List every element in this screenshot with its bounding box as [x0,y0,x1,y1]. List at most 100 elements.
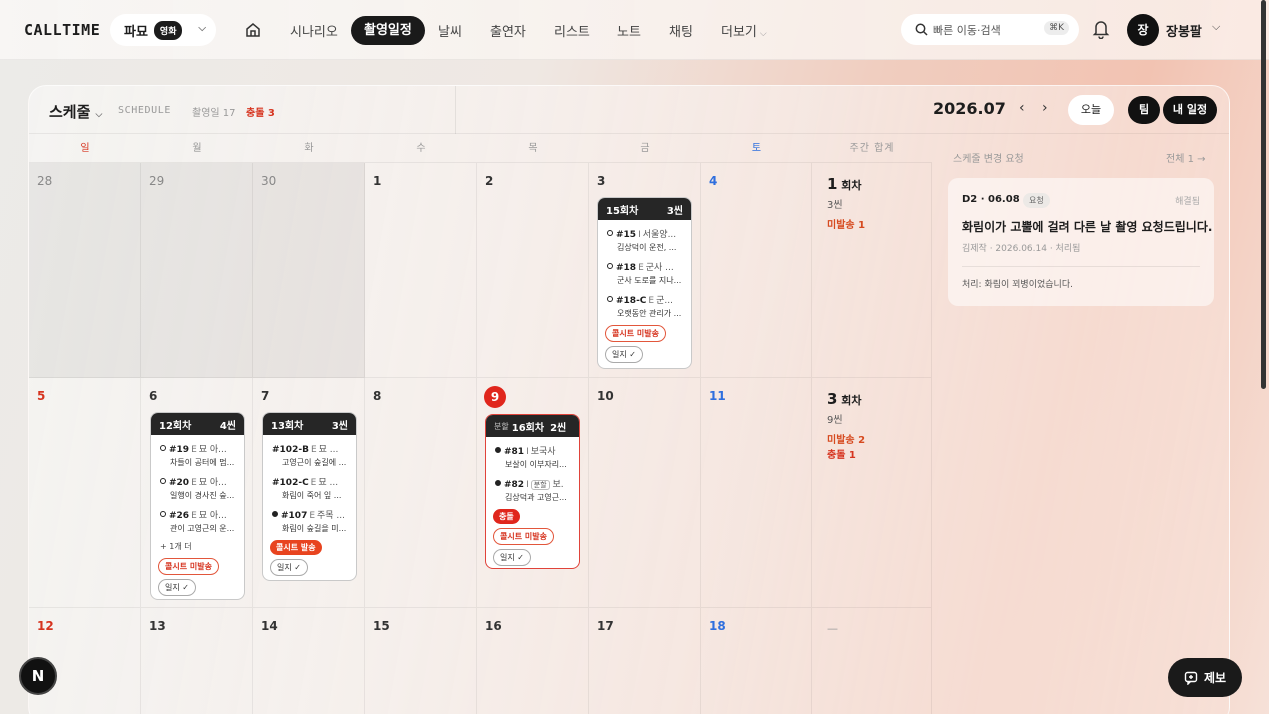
weekly-summary: 3 회차 9씬 미발송 2 충돌 1 [812,378,932,608]
day-cell[interactable]: 28 [29,163,141,378]
day-cell[interactable]: 2 [477,163,589,378]
brand-logo[interactable]: CALLTIME [24,21,100,39]
request-author: 김제작 · 2026.06.14 · 처리됨 [962,244,1081,254]
chevron-left-icon[interactable]: ‹ [1019,100,1025,116]
scene-ie: E [191,511,197,521]
scene-item[interactable]: #20 E 묘 아... 일행이 경사진 숲... [151,475,244,501]
day-cell[interactable]: 11 [701,378,812,608]
day-number: 1 [373,174,382,188]
day-cell[interactable]: 1 [365,163,477,378]
home-icon[interactable] [244,21,262,39]
chevron-down-icon[interactable]: ⌵ [1212,20,1220,34]
day-number: 15 [373,619,390,633]
day-cell[interactable]: 13 [141,608,253,714]
scene-item[interactable]: #19 E 묘 아... 차들이 공터에 멈... [151,442,244,468]
search-input[interactable]: 빠른 이동·검색 ⌘K [901,14,1079,45]
scrollbar[interactable] [1261,0,1266,389]
n-floating-button[interactable]: N [19,657,57,695]
day-number: 3 [597,174,606,188]
callsheet-sent-badge[interactable]: 콜시트 발송 [270,540,322,555]
day-cell[interactable]: 4 [701,163,812,378]
nav-shooting-schedule[interactable]: 촬영일정 [351,16,425,45]
shoot-card-conflict[interactable]: 분할 16회차 2씬 #81 I 보국사 보살이 이부자리... #82 I 분할 보. 김상덕… [485,414,580,569]
day-cell[interactable]: 16 [477,608,589,714]
nav-more-label: 더보기 [721,25,757,40]
log-badge[interactable]: 일지 ✓ [158,579,196,596]
request-card[interactable]: D2 · 06.08 요청 해결됨 화림이가 고뿔에 걸려 다른 날 촬영 요청… [948,178,1214,306]
bell-icon[interactable] [1092,19,1110,39]
scene-ie: E [191,445,197,455]
scene-description: 화림이 숲길을 미... [282,524,347,533]
day-cell[interactable]: 30 [253,163,365,378]
shoot-card[interactable]: 15회차 3씬 #15 I 서울양... 김상덕이 운전, ... #18 E 군사 ...… [597,197,692,369]
callsheet-unsent-badge[interactable]: 콜시트 미발송 [158,558,219,575]
scene-status-icon [607,230,613,236]
card-header: 분할 16회차 2씬 [486,415,579,437]
request-meta: D2 · 06.08 [962,194,1020,205]
scene-item[interactable]: #81 I 보국사 보살이 이부자리... [486,444,579,470]
scene-location: 군... [656,296,673,306]
callsheet-unsent-badge[interactable]: 콜시트 미발송 [605,325,666,342]
scene-number: #107 [281,511,308,521]
day-number: 16 [485,619,502,633]
team-button[interactable]: 팀 [1128,96,1160,124]
scene-status-icon [607,263,613,269]
project-selector[interactable]: 파묘 영화 ⌵ [110,14,216,46]
shoot-card[interactable]: 12회차 4씬 #19 E 묘 아... 차들이 공터에 멈... #20 E 묘 아...… [150,412,245,600]
scene-ie: E [310,478,317,488]
schedule-title: 스케줄 [49,103,91,121]
chevron-right-icon[interactable]: › [1042,100,1048,116]
shoot-day-count: 촬영일 17 [192,108,236,119]
scene-item[interactable]: #107 E 주목 ... 화림이 숲길을 미... [263,508,356,534]
scene-item[interactable]: #18 E 군사 ... 군사 도로를 지나... [598,260,691,286]
search-icon [915,23,928,36]
scene-item[interactable]: #102-C E 묘 ... 화림이 죽어 잎 ... [263,475,356,501]
user-name[interactable]: 장봉팔 [1166,21,1202,40]
day-cell[interactable]: 15 [365,608,477,714]
nav-scenario[interactable]: 시나리오 [290,21,338,40]
scene-location: 묘 아... [198,478,227,488]
nav-list[interactable]: 리스트 [554,21,590,40]
scene-item[interactable]: #102-B E 묘 ... 고영근이 숲길에 ... [263,442,356,468]
day-cell[interactable]: 5 [29,378,141,608]
nav-chat[interactable]: 채팅 [669,21,693,40]
log-badge[interactable]: 일지 ✓ [605,346,643,363]
scene-location: 서울양... [642,230,677,240]
nav-notes[interactable]: 노트 [617,21,641,40]
avatar[interactable]: 장 [1127,14,1159,46]
day-cell[interactable]: 29 [141,163,253,378]
scene-description: 군사 도로를 지나... [617,276,682,285]
requests-view-all-link[interactable]: 전체 1 → [1166,150,1206,165]
nav-more[interactable]: 더보기 ⌵ [721,21,767,40]
scene-item[interactable]: #82 I 분할 보. 김상덕과 고영근... [486,477,579,503]
scene-item[interactable]: #15 I 서울양... 김상덕이 운전, ... [598,227,691,253]
log-badge[interactable]: 일지 ✓ [270,559,308,576]
schedule-title-dropdown[interactable]: 스케줄 ⌵ [49,101,102,122]
scene-item[interactable]: #18-C E 군... 오랫동안 관리가 ... [598,293,691,319]
scene-description: 김상덕이 운전, ... [617,243,677,252]
day-cell[interactable]: 10 [589,378,701,608]
log-badge[interactable]: 일지 ✓ [493,549,531,566]
scene-location: 보. [552,480,564,490]
day-cell[interactable]: 8 [365,378,477,608]
my-schedule-button[interactable]: 내 일정 [1163,96,1217,124]
scene-ie: I [638,230,641,240]
conflict-badge[interactable]: 충돌 [493,509,520,524]
scene-status-icon [160,478,166,484]
card-round: 12회차 [159,420,192,432]
day-cell[interactable]: 14 [253,608,365,714]
scene-item[interactable]: #26 E 묘 아... 관이 고영근의 운... [151,508,244,534]
report-button[interactable]: 제보 [1168,658,1242,697]
nav-weather[interactable]: 날씨 [438,21,462,40]
nav-cast[interactable]: 출연자 [490,21,526,40]
day-cell[interactable]: 17 [589,608,701,714]
weekday-wed: 수 [365,134,477,163]
card-round: 16회차 [511,422,545,434]
callsheet-unsent-badge[interactable]: 콜시트 미발송 [493,528,554,545]
day-cell[interactable]: 18 [701,608,812,714]
more-scenes-link[interactable]: + 1개 더 [151,541,244,552]
weekday-fri: 금 [589,134,701,163]
shoot-card[interactable]: 13회차 3씬 #102-B E 묘 ... 고영근이 숲길에 ... #102-C E 묘… [262,412,357,581]
today-button[interactable]: 오늘 [1068,95,1114,125]
conflict-count[interactable]: 충돌 3 [246,104,275,119]
